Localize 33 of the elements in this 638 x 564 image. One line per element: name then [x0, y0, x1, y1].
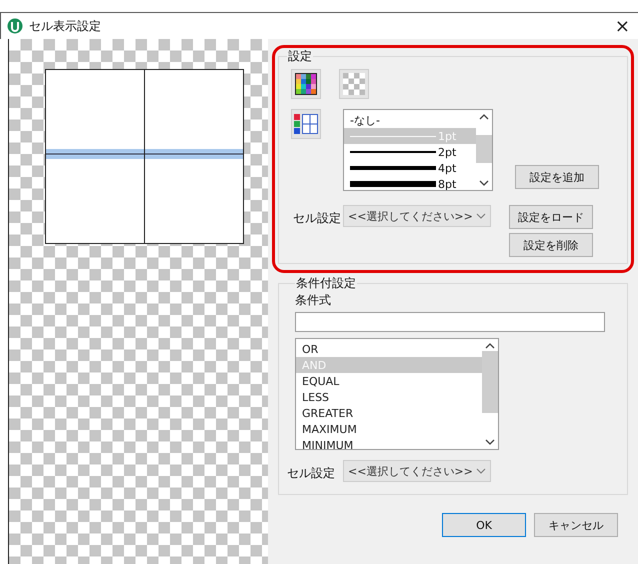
expression-input-field[interactable]	[295, 312, 605, 332]
operator-item[interactable]: LESS	[296, 389, 482, 405]
operator-item[interactable]: MAXIMUM	[296, 421, 482, 437]
color-palette-button[interactable]	[291, 69, 321, 99]
load-setting-button[interactable]: 設定をロード	[509, 205, 593, 229]
chevron-down-icon	[476, 213, 486, 219]
expression-label: 条件式	[295, 292, 332, 309]
app-icon	[7, 18, 23, 34]
line-style-item[interactable]: 8pt	[344, 176, 476, 190]
window-title: セル表示設定	[29, 18, 101, 34]
chevron-down-icon	[476, 468, 486, 474]
cancel-button[interactable]: キャンセル	[534, 513, 618, 537]
color-palette-icon	[295, 73, 317, 95]
close-button[interactable]: ×	[606, 16, 638, 36]
line-style-item[interactable]: 4pt	[344, 160, 476, 176]
cell-setting-dropdown[interactable]: <<選択してください>>	[343, 460, 491, 482]
operator-item[interactable]: MINIMUM	[296, 437, 482, 449]
operator-item[interactable]: OR	[296, 341, 482, 357]
operator-item[interactable]: GREATER	[296, 405, 482, 421]
group-title: 設定	[287, 48, 313, 65]
border-grid-icon	[294, 113, 318, 135]
line-style-item[interactable]: 2pt	[344, 144, 476, 160]
group-title: 条件付設定	[295, 275, 357, 292]
cell-setting-dropdown[interactable]: <<選択してください>>	[343, 205, 491, 227]
checker-pattern-icon	[343, 73, 365, 95]
operator-item[interactable]: EQUAL	[296, 373, 482, 389]
cell-setting-label: セル設定	[287, 465, 335, 482]
line-style-item[interactable]: -なし-	[344, 112, 476, 128]
cell-setting-label: セル設定	[293, 210, 341, 227]
ok-button[interactable]: OK	[442, 513, 526, 537]
border-style-button[interactable]	[291, 109, 321, 139]
add-setting-button[interactable]: 設定を追加	[515, 165, 599, 189]
delete-setting-button[interactable]: 設定を削除	[509, 233, 593, 257]
